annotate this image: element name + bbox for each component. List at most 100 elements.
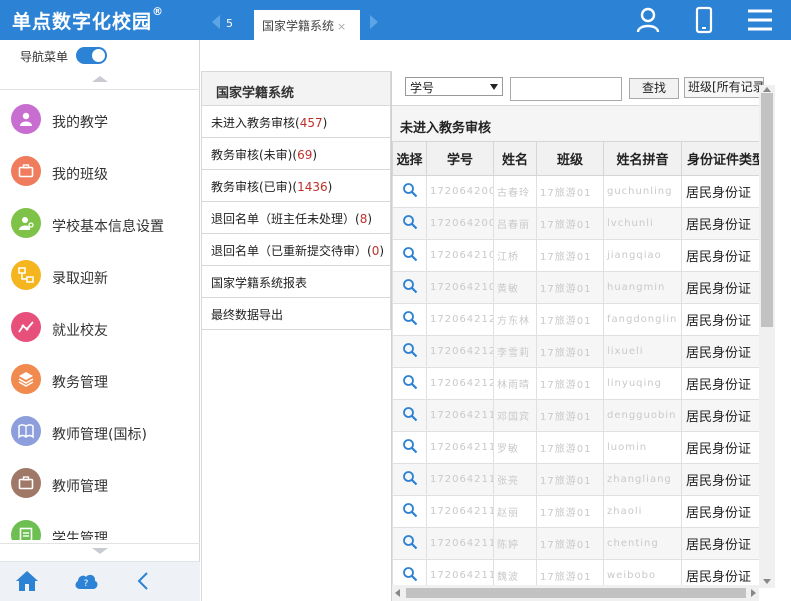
table-row[interactable]: 1720642117张亮17旅游01zhangliang居民身份证 [392,463,759,496]
search-field-select[interactable]: 学号 [405,77,503,96]
sidebar-item[interactable]: 教师管理(国标) [0,404,200,456]
table-row[interactable]: 1720642120林雨晴17旅游01linyuqing居民身份证 [392,367,759,400]
submenu-item[interactable]: 教务审核(已审)(1436) [201,170,391,202]
scroll-down-arrow-icon[interactable] [763,579,771,584]
class-cell: 17旅游01 [536,431,604,464]
column-header[interactable]: 身份证件类型 [681,141,759,176]
home-icon[interactable] [15,570,39,596]
submenu-item[interactable]: 教务审核(未审)(69) [201,138,391,170]
magnifier-icon[interactable] [402,438,418,458]
paren: ) [327,180,333,194]
column-header[interactable]: 选择 [392,141,427,176]
column-header[interactable]: 姓名 [493,141,537,176]
magnifier-icon[interactable] [402,406,418,426]
sidebar-item[interactable]: 我的教学 [0,92,200,144]
search-field-value: 学号 [410,81,435,95]
magnifier-icon[interactable] [402,566,418,586]
sidebar-item-label: 教师管理(国标) [52,427,147,443]
table-row[interactable]: 1720642001古春玲17旅游01guchunling居民身份证 [392,175,759,208]
submenu-item-label: 教务审核(未审) [211,148,293,162]
magnifier-icon[interactable] [402,534,418,554]
sidebar-item[interactable]: 学校基本信息设置 [0,196,200,248]
table-row[interactable]: 1720642121李雪莉17旅游01lixueli居民身份证 [392,335,759,368]
magnifier-icon[interactable] [402,182,418,202]
user-icon[interactable] [634,6,662,34]
table-row[interactable]: 1720642116赵丽17旅游01zhaoli居民身份证 [392,495,759,528]
search-toolbar: 学号 查找 班级[所有记录 [392,71,791,105]
name-cell: 吕春丽 [493,207,537,240]
column-header[interactable]: 学号 [426,141,494,176]
submenu-item[interactable]: 退回名单（已重新提交待审）(0) [201,234,391,266]
magnifier-icon[interactable] [402,502,418,522]
cloud-help-icon[interactable]: ? [73,570,99,596]
app-logo: 单点数字化校园® [12,5,164,34]
magnifier-icon[interactable] [402,342,418,362]
menu-scroll-up-icon[interactable] [92,76,108,82]
select-cell [392,335,427,368]
submenu-item[interactable]: 国家学籍系统报表 [201,266,391,298]
tab-next-arrow-icon[interactable] [370,15,378,29]
sidebar-item[interactable]: 我的班级 [0,144,200,196]
tab-close-icon[interactable]: × [337,20,346,33]
student-id-cell: 1720642120 [426,367,494,400]
class-cell: 17旅游01 [536,559,604,585]
magnifier-icon[interactable] [402,278,418,298]
scroll-left-arrow-icon[interactable] [395,589,400,597]
divider [0,543,200,544]
nav-menu-toggle[interactable] [76,47,107,64]
sidebar-item-label: 就业校友 [52,323,108,339]
tab-prev-arrow-icon[interactable] [212,15,220,29]
table-row[interactable]: 1720642005吕春丽17旅游01lvchunli居民身份证 [392,207,759,240]
submenu-item[interactable]: 退回名单（班主任未处理）(8) [201,202,391,234]
student-id-cell: 1720642108 [426,271,494,304]
select-cell [392,175,427,208]
id-type-cell: 居民身份证 [681,239,759,272]
select-cell [392,271,427,304]
table-row[interactable]: 1720642119邓国宾17旅游01dengguobin居民身份证 [392,399,759,432]
paren: ) [322,116,328,130]
back-arrow-icon[interactable] [135,570,151,596]
magnifier-icon[interactable] [402,374,418,394]
sidebar-item[interactable]: 录取迎新 [0,248,200,300]
submenu-item[interactable]: 最终数据导出 [201,298,391,330]
vertical-scrollbar[interactable] [759,85,775,588]
mobile-icon[interactable] [690,6,718,34]
submenu-item-label: 最终数据导出 [211,308,284,322]
scroll-right-arrow-icon[interactable] [751,589,756,597]
scroll-thumb[interactable] [406,588,746,598]
column-header[interactable]: 班级 [536,141,604,176]
menu-icon[interactable] [746,6,774,34]
menu-scroll-down-icon[interactable] [92,548,108,554]
search-input[interactable] [510,77,622,101]
submenu-item-label: 退回名单（班主任未处理） [211,212,356,226]
select-cell [392,527,427,560]
table-row[interactable]: 1720642108黄敏17旅游01huangmin居民身份证 [392,271,759,304]
sidebar-item[interactable]: 就业校友 [0,300,200,352]
table-row[interactable]: 1720642118罗敏17旅游01luomin居民身份证 [392,431,759,464]
scroll-up-arrow-icon[interactable] [763,87,771,92]
select-cell [392,463,427,496]
pinyin-cell: dengguobin [603,399,682,432]
column-header[interactable]: 姓名拼音 [603,141,682,176]
table-row[interactable]: 1720642103江桥17旅游01jiangqiao居民身份证 [392,239,759,272]
tab-national-registry[interactable]: 国家学籍系统 × [254,10,360,40]
sidebar-item[interactable]: 教师管理 [0,456,200,508]
magnifier-icon[interactable] [402,214,418,234]
sidebar-item[interactable]: 教务管理 [0,352,200,404]
magnifier-icon[interactable] [402,310,418,330]
scroll-thumb[interactable] [761,93,773,327]
submenu-list: 未进入教务审核(457) 教务审核(未审)(69) 教务审核(已审)(1436) 退回… [201,106,391,330]
class-filter-button[interactable]: 班级[所有记录 [684,77,764,98]
magnifier-icon[interactable] [402,246,418,266]
search-button[interactable]: 查找 [629,78,679,99]
submenu-item[interactable]: 未进入教务审核(457) [201,106,391,138]
table-row[interactable]: 1720642115陈婷17旅游01chenting居民身份证 [392,527,759,560]
class-cell: 17旅游01 [536,463,604,496]
id-type-cell: 居民身份证 [681,207,759,240]
sidebar-item[interactable]: 学生管理 [0,508,200,540]
horizontal-scrollbar[interactable] [392,585,759,601]
table-row[interactable]: 1720642122方东林17旅游01fangdonglin居民身份证 [392,303,759,336]
table-row[interactable]: 1720642114魏波17旅游01weibobo居民身份证 [392,559,759,586]
class-cell: 17旅游01 [536,271,604,304]
magnifier-icon[interactable] [402,470,418,490]
